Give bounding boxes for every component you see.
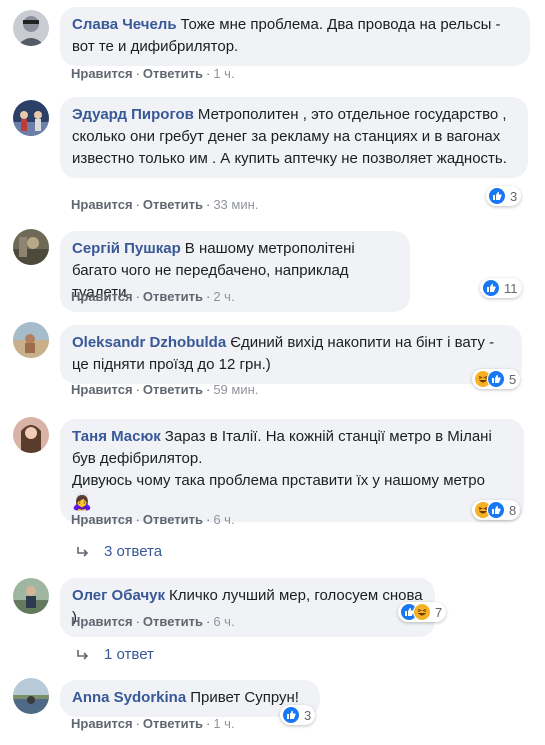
- reply-arrow-icon: [77, 546, 89, 557]
- separator: ·: [205, 614, 211, 629]
- reaction-summary[interactable]: 8: [472, 500, 521, 520]
- like-reaction-icon: [482, 279, 500, 297]
- comment-author-link[interactable]: Таня Масюк: [72, 428, 161, 445]
- comment-timestamp[interactable]: 59 мин.: [213, 382, 258, 397]
- avatar[interactable]: [13, 417, 49, 453]
- reaction-summary[interactable]: 11: [480, 278, 522, 298]
- like-link[interactable]: Нравится: [71, 197, 133, 212]
- comment-author-link[interactable]: Oleksandr Dzhobulda: [72, 334, 226, 351]
- comment-actions: Нравится · Ответить · 1 ч.: [71, 66, 235, 81]
- separator: ·: [205, 716, 211, 731]
- separator: ·: [205, 289, 211, 304]
- comment-actions: Нравится · Ответить · 1 ч.: [71, 716, 235, 731]
- like-link[interactable]: Нравится: [71, 512, 133, 527]
- separator: ·: [135, 66, 140, 81]
- reaction-summary[interactable]: 3: [486, 186, 522, 206]
- reaction-count: 7: [435, 604, 443, 620]
- separator: ·: [135, 614, 140, 629]
- comment-text: Привет Супрун!: [190, 689, 299, 706]
- comment-actions: Нравится · Ответить · 2 ч.: [71, 289, 235, 304]
- comment-bubble: Эдуард Пирогов Метрополитен , это отдельн…: [60, 97, 528, 178]
- comment-timestamp[interactable]: 6 ч.: [213, 512, 234, 527]
- reaction-count: 3: [304, 707, 312, 723]
- comment-timestamp[interactable]: 2 ч.: [213, 289, 234, 304]
- separator: ·: [205, 66, 211, 81]
- comment-actions: Нравится · Ответить · 33 мин.: [71, 197, 258, 212]
- comment-timestamp[interactable]: 33 мин.: [213, 197, 258, 212]
- avatar[interactable]: [13, 322, 49, 358]
- reply-link[interactable]: Ответить: [143, 66, 203, 81]
- comment-bubble: Слава Чечель Тоже мне проблема. Два прово…: [60, 7, 530, 66]
- comment-actions: Нравится · Ответить · 6 ч.: [71, 614, 235, 629]
- like-reaction-icon: [487, 501, 505, 519]
- comment-actions: Нравится · Ответить · 59 мин.: [71, 382, 258, 397]
- avatar[interactable]: [13, 678, 49, 714]
- comment-author-link[interactable]: Сергій Пушкар: [72, 240, 181, 257]
- separator: ·: [135, 382, 140, 397]
- reply-arrow-icon: [77, 649, 89, 660]
- reaction-count: 11: [504, 280, 518, 296]
- separator: ·: [135, 289, 140, 304]
- comment-author-link[interactable]: Эдуард Пирогов: [72, 106, 194, 123]
- view-replies-label: 1 ответ: [104, 646, 154, 663]
- reply-link[interactable]: Ответить: [143, 512, 203, 527]
- avatar[interactable]: [13, 100, 49, 136]
- view-replies-link[interactable]: 3 ответа: [76, 543, 162, 560]
- view-replies-label: 3 ответа: [104, 543, 163, 560]
- comment-actions: Нравится · Ответить · 6 ч.: [71, 512, 235, 527]
- like-reaction-icon: [488, 187, 506, 205]
- comment-timestamp[interactable]: 1 ч.: [213, 716, 234, 731]
- reaction-summary[interactable]: 3: [280, 705, 316, 725]
- view-replies-link[interactable]: 1 ответ: [76, 646, 154, 663]
- like-reaction-icon: [282, 706, 300, 724]
- avatar[interactable]: [13, 578, 49, 614]
- reaction-summary[interactable]: 7: [398, 602, 447, 622]
- comment-text: Дивуюсь чому така проблема прставити їх …: [72, 472, 485, 489]
- reply-link[interactable]: Ответить: [143, 716, 203, 731]
- separator: ·: [205, 382, 211, 397]
- like-link[interactable]: Нравится: [71, 614, 133, 629]
- comment-timestamp[interactable]: 6 ч.: [213, 614, 234, 629]
- separator: ·: [205, 197, 211, 212]
- like-link[interactable]: Нравится: [71, 289, 133, 304]
- comment-author-link[interactable]: Слава Чечель: [72, 16, 177, 33]
- like-link[interactable]: Нравится: [71, 66, 133, 81]
- reply-link[interactable]: Ответить: [143, 382, 203, 397]
- reaction-count: 5: [509, 371, 517, 387]
- comment-author-link[interactable]: Олег Обачук: [72, 587, 165, 604]
- reaction-summary[interactable]: 5: [472, 369, 521, 389]
- like-reaction-icon: [487, 370, 505, 388]
- separator: ·: [205, 512, 211, 527]
- comment-author-link[interactable]: Anna Sydorkina: [72, 689, 186, 706]
- comment-bubble: Таня Масюк Зараз в Італії. На кожній стан…: [60, 419, 524, 522]
- reaction-count: 3: [510, 188, 518, 204]
- separator: ·: [135, 716, 140, 731]
- reply-link[interactable]: Ответить: [143, 614, 203, 629]
- separator: ·: [135, 512, 140, 527]
- like-link[interactable]: Нравится: [71, 382, 133, 397]
- comment-bubble: Oleksandr Dzhobulda Єдиний вихід накопити…: [60, 325, 522, 384]
- separator: ·: [135, 197, 140, 212]
- reply-link[interactable]: Ответить: [143, 197, 203, 212]
- reaction-count: 8: [509, 502, 517, 518]
- haha-reaction-icon: [413, 603, 431, 621]
- reply-link[interactable]: Ответить: [143, 289, 203, 304]
- comment-timestamp[interactable]: 1 ч.: [213, 66, 234, 81]
- like-link[interactable]: Нравится: [71, 716, 133, 731]
- avatar[interactable]: [13, 10, 49, 46]
- avatar[interactable]: [13, 229, 49, 265]
- emoji: 🙇‍♀️: [72, 494, 92, 511]
